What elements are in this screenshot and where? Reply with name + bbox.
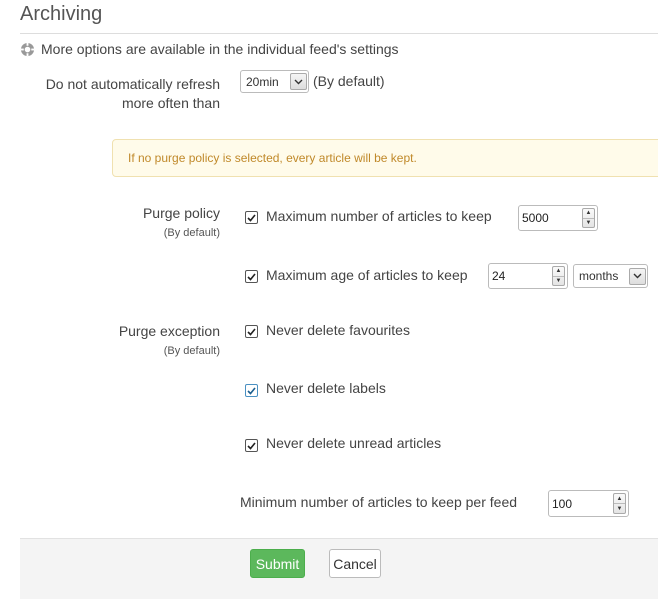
title-divider (20, 33, 658, 34)
refresh-label: Do not automatically refresh more often … (45, 76, 220, 111)
never-delete-favourites-checkbox[interactable] (245, 325, 258, 338)
cancel-button[interactable]: Cancel (329, 549, 381, 578)
chevron-down-icon (290, 73, 307, 90)
never-delete-unread-checkbox[interactable] (245, 439, 258, 452)
never-delete-labels-checkbox[interactable] (245, 384, 258, 397)
purge-policy-label: Purge policy (142, 205, 220, 221)
purge-exception-label: Purge exception (118, 323, 220, 339)
never-delete-labels-label: Never delete labels (266, 380, 386, 396)
max-age-input[interactable]: 24 ▲ ▼ (488, 263, 568, 289)
number-spinner[interactable]: ▲ ▼ (582, 208, 595, 228)
chevron-down-icon (629, 267, 646, 285)
min-per-feed-value: 100 (552, 496, 573, 511)
never-delete-unread-label: Never delete unread articles (266, 435, 442, 451)
max-age-checkbox[interactable] (245, 270, 258, 283)
max-articles-checkbox[interactable] (245, 211, 258, 224)
feed-settings-hint: More options are available in the indivi… (20, 41, 399, 57)
max-age-unit-value: months (579, 269, 619, 283)
max-age-value: 24 (492, 269, 506, 283)
min-per-feed-label: Minimum number of articles to keep per f… (240, 494, 518, 510)
max-articles-label: Maximum number of articles to keep (266, 208, 492, 224)
refresh-interval-select[interactable]: 20min (240, 70, 309, 93)
refresh-default-note: (By default) (313, 73, 385, 89)
max-articles-input[interactable]: 5000 ▲ ▼ (518, 205, 598, 231)
gear-icon (20, 42, 35, 56)
checkmark-icon (247, 386, 256, 395)
number-spinner[interactable]: ▲ ▼ (552, 266, 565, 286)
page-title: Archiving (20, 3, 103, 25)
max-articles-value: 5000 (522, 211, 549, 225)
number-spinner[interactable]: ▲ ▼ (613, 493, 626, 514)
never-delete-favourites-label: Never delete favourites (266, 322, 410, 338)
refresh-interval-value: 20min (246, 74, 279, 89)
max-age-unit-select[interactable]: months (573, 264, 648, 288)
checkmark-icon (247, 213, 256, 222)
checkmark-icon (247, 327, 256, 336)
purge-alert: If no purge policy is selected, every ar… (112, 139, 658, 177)
max-age-label: Maximum age of articles to keep (266, 267, 468, 283)
min-per-feed-input[interactable]: 100 ▲ ▼ (548, 490, 629, 517)
submit-button[interactable]: Submit (250, 549, 305, 578)
hint-text: More options are available in the indivi… (41, 41, 399, 57)
purge-policy-sub: (By default) (163, 227, 220, 239)
checkmark-icon (247, 441, 256, 450)
purge-exception-sub: (By default) (163, 345, 220, 357)
checkmark-icon (247, 272, 256, 281)
